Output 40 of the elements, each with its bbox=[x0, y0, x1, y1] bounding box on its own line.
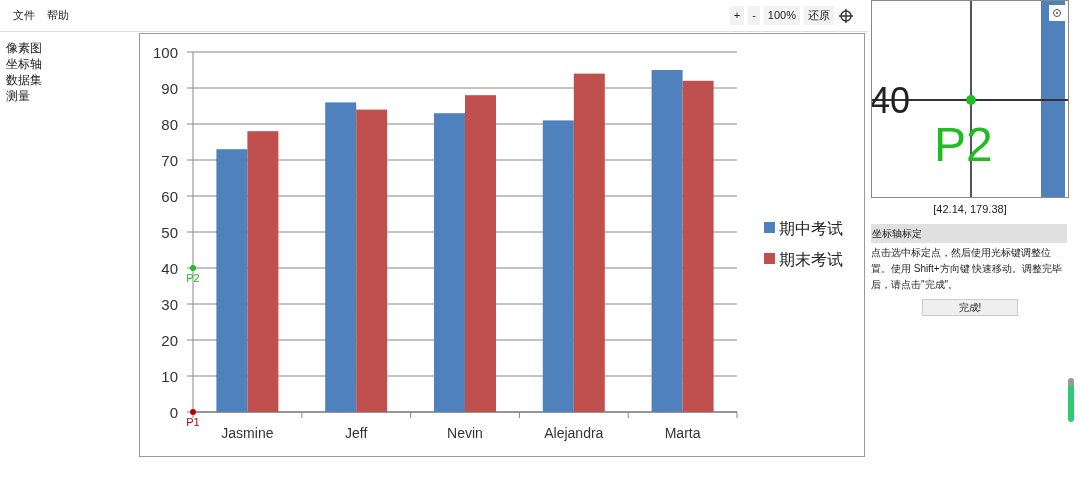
y-tick-label: 0 bbox=[169, 404, 178, 421]
instruction-text: 点击选中标定点，然后使用光标键调整位置。使用 Shift+方向键 快速移动。调整完毕后，请点击"完成"。 bbox=[871, 245, 1064, 292]
y-tick-label: 10 bbox=[161, 368, 178, 385]
toolbar-button[interactable]: + bbox=[729, 6, 745, 25]
section-header: 坐标轴标定 bbox=[871, 223, 1067, 243]
sidebar-item[interactable]: 数据集 bbox=[6, 72, 139, 88]
category-label: Marta bbox=[664, 425, 701, 441]
scroll-indicator bbox=[1068, 377, 1074, 422]
toolbar-button[interactable]: 还原 bbox=[804, 6, 834, 25]
sidebar-item[interactable]: 坐标轴 bbox=[6, 56, 139, 72]
target-button[interactable] bbox=[1049, 5, 1065, 21]
toolbar-button[interactable]: 100% bbox=[763, 6, 800, 25]
sidebar-item[interactable]: 像素图 bbox=[6, 40, 139, 56]
y-tick-label: 30 bbox=[161, 296, 178, 313]
y-tick-label: 60 bbox=[161, 188, 178, 205]
y-tick-label: 50 bbox=[161, 224, 178, 241]
legend-label: 期末考试 bbox=[779, 251, 843, 268]
y-tick-label: 90 bbox=[161, 80, 178, 97]
category-label: Alejandra bbox=[544, 425, 604, 441]
magnified-point bbox=[966, 95, 976, 105]
y-tick-label: 80 bbox=[161, 116, 178, 133]
category-label: Nevin bbox=[447, 425, 483, 441]
legend-label: 期中考试 bbox=[779, 220, 843, 237]
menu-item[interactable]: 帮助 bbox=[46, 7, 70, 24]
calibration-point[interactable] bbox=[190, 409, 196, 415]
coordinates-readout: [42.14, 179.38] bbox=[932, 202, 1008, 217]
point-label: P1 bbox=[186, 416, 200, 428]
y-tick-label: 20 bbox=[161, 332, 178, 349]
sidebar-item[interactable]: 测量 bbox=[6, 88, 139, 104]
toolbar-button[interactable]: - bbox=[748, 6, 760, 25]
done-button[interactable]: 完成! bbox=[922, 298, 1018, 316]
menu-item[interactable]: 文件 bbox=[12, 7, 36, 24]
y-tick-label: 40 bbox=[161, 260, 178, 277]
target-icon bbox=[1052, 8, 1062, 18]
category-label: Jeff bbox=[345, 425, 368, 441]
point-label: P2 bbox=[186, 272, 200, 284]
category-label: Jasmine bbox=[221, 425, 274, 441]
y-tick-label: 70 bbox=[161, 152, 178, 169]
y-tick-label: 100 bbox=[152, 44, 178, 61]
crosshair-icon[interactable] bbox=[838, 7, 854, 24]
